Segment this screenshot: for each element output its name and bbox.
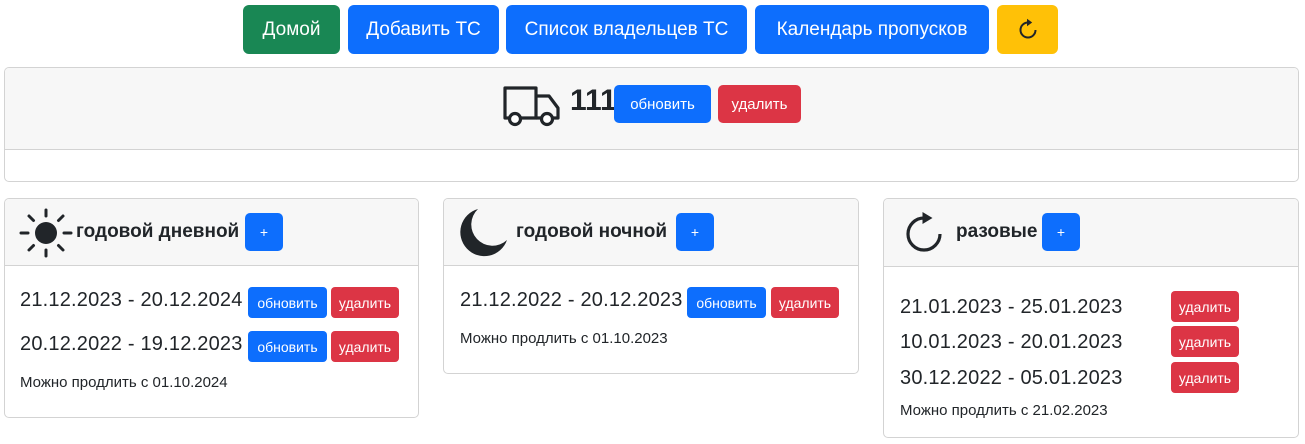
list-item: 10.01.2023 - 20.01.2023 удалить [884, 326, 1298, 358]
list-item: 21.01.2023 - 25.01.2023 удалить [884, 291, 1298, 323]
home-button[interactable]: Домой [243, 5, 340, 54]
truck-icon [501, 81, 563, 129]
one-time-header: разовые + [884, 199, 1298, 267]
vehicle-update-button[interactable]: обновить [614, 85, 711, 123]
pass-date-range: 20.12.2022 - 19.12.2023 [20, 333, 243, 355]
annual-night-header: годовой ночной + [444, 199, 858, 266]
list-item: 20.12.2022 - 19.12.2023 обновить удалить [5, 331, 418, 363]
pass-update-button[interactable]: обновить [248, 287, 327, 318]
moon-icon [458, 206, 510, 258]
one-time-card: разовые + 21.01.2023 - 25.01.2023 удалит… [883, 198, 1299, 438]
one-time-add-button[interactable]: + [1042, 213, 1080, 251]
renew-note: Можно продлить с 01.10.2024 [20, 374, 228, 391]
annual-night-card: годовой ночной + 21.12.2022 - 20.12.2023… [443, 198, 859, 374]
pass-delete-button[interactable]: удалить [331, 287, 399, 318]
pass-date-range: 21.01.2023 - 25.01.2023 [900, 296, 1123, 318]
owners-list-button[interactable]: Список владельцев ТС [506, 5, 747, 54]
annual-night-title: годовой ночной [516, 221, 668, 242]
list-item: 21.12.2022 - 20.12.2023 обновить удалить [444, 287, 858, 319]
renew-note: Можно продлить с 21.02.2023 [900, 402, 1108, 419]
add-vehicle-button[interactable]: Добавить ТС [348, 5, 499, 54]
annual-night-add-button[interactable]: + [676, 213, 714, 251]
annual-day-add-button[interactable]: + [245, 213, 283, 251]
annual-day-card: годовой дневной + 21.12.2023 - 20.12.202… [4, 198, 419, 418]
pass-date-range: 21.12.2022 - 20.12.2023 [460, 289, 683, 311]
pass-update-button[interactable]: обновить [248, 331, 327, 362]
annual-day-header: годовой дневной + [5, 199, 418, 266]
one-time-title: разовые [956, 221, 1038, 242]
refresh-button[interactable] [997, 5, 1058, 54]
sun-icon [19, 208, 73, 258]
renew-note: Можно продлить с 01.10.2023 [460, 330, 668, 347]
arrow-clockwise-icon [1016, 18, 1040, 42]
pass-update-button[interactable]: обновить [687, 287, 766, 318]
pass-delete-button[interactable]: удалить [1171, 326, 1239, 357]
pass-delete-button[interactable]: удалить [1171, 291, 1239, 322]
vehicle-card: 111 обновить удалить [4, 67, 1299, 182]
pass-delete-button[interactable]: удалить [771, 287, 839, 318]
list-item: 30.12.2022 - 05.01.2023 удалить [884, 362, 1298, 394]
arrow-clockwise-icon [904, 211, 948, 255]
list-item: 21.12.2023 - 20.12.2024 обновить удалить [5, 287, 418, 319]
vehicle-card-header: 111 обновить удалить [5, 68, 1298, 150]
pass-date-range: 21.12.2023 - 20.12.2024 [20, 289, 243, 311]
vehicle-delete-button[interactable]: удалить [718, 85, 801, 123]
passes-calendar-button[interactable]: Календарь пропусков [755, 5, 989, 54]
pass-delete-button[interactable]: удалить [1171, 362, 1239, 393]
pass-date-range: 30.12.2022 - 05.01.2023 [900, 367, 1123, 389]
pass-date-range: 10.01.2023 - 20.01.2023 [900, 331, 1123, 353]
annual-day-title: годовой дневной [76, 221, 240, 242]
pass-delete-button[interactable]: удалить [331, 331, 399, 362]
vehicle-number: 111 [570, 84, 617, 117]
